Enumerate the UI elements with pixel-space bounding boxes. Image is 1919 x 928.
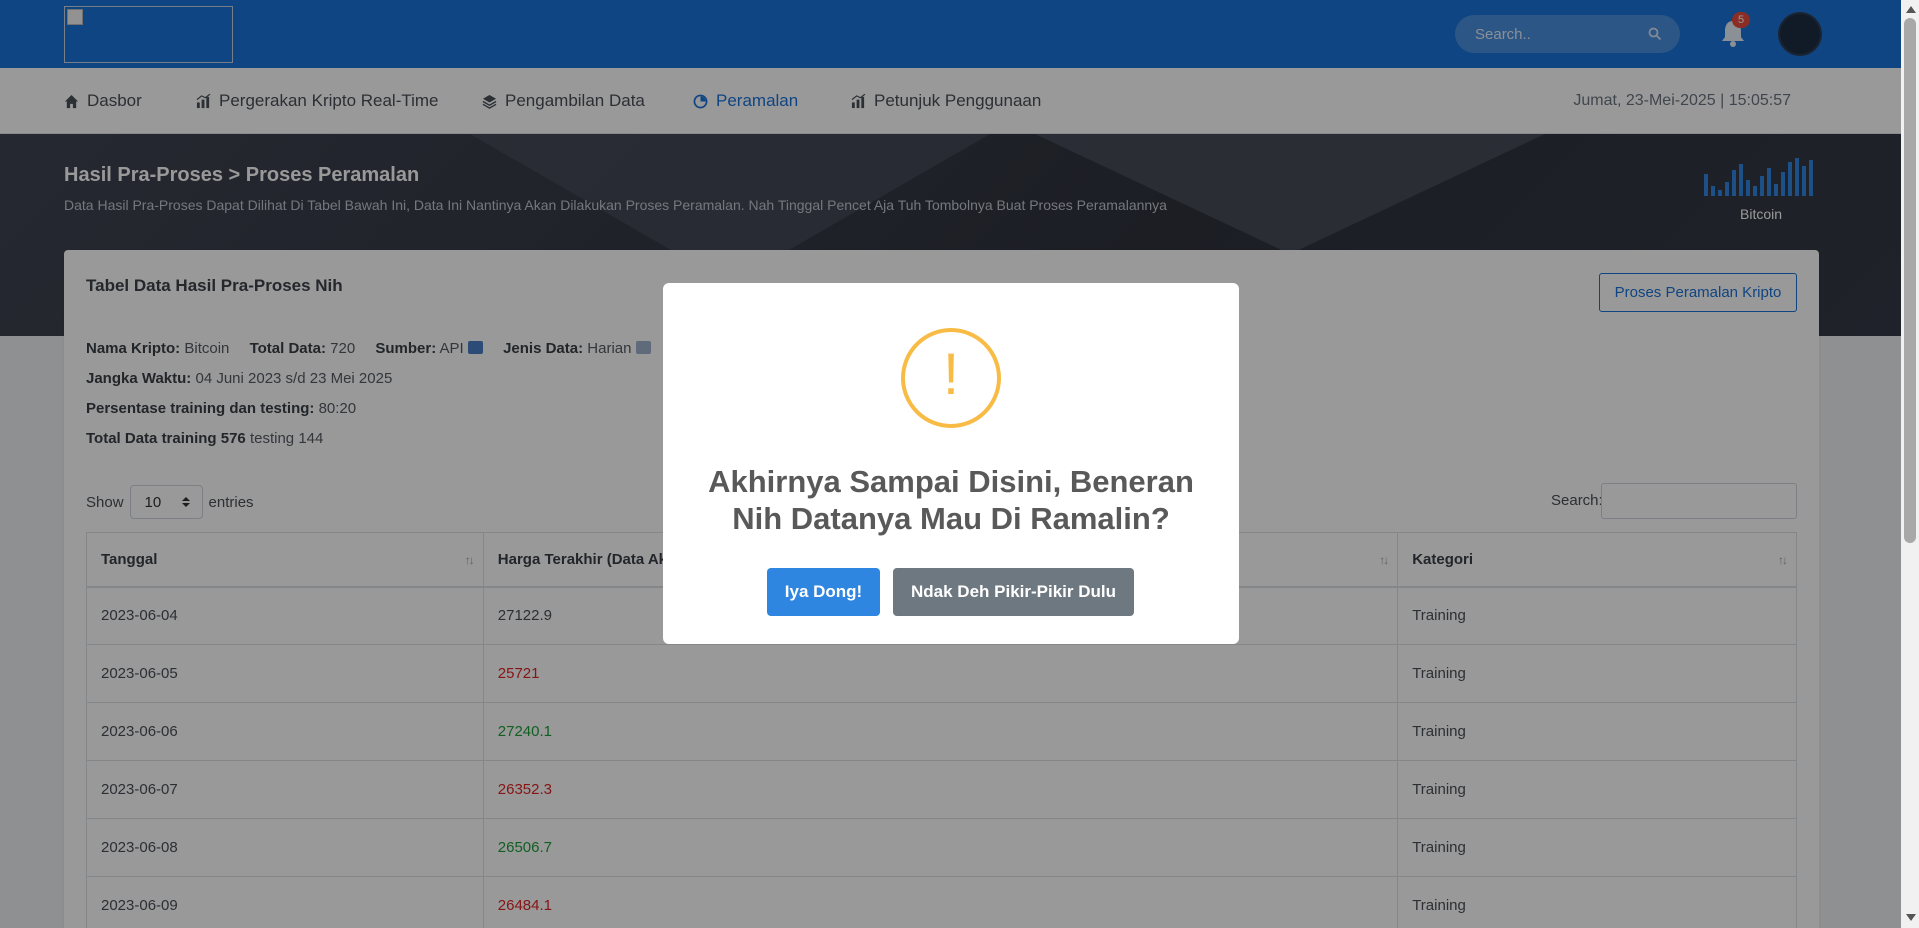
scroll-down-arrow-icon[interactable] [1906, 914, 1916, 921]
page-scrollbar[interactable] [1901, 0, 1919, 928]
cancel-button[interactable]: Ndak Deh Pikir-Pikir Dulu [893, 568, 1134, 616]
scroll-up-arrow-icon[interactable] [1906, 6, 1916, 13]
confirm-dialog: ! Akhirnya Sampai Disini, Beneran Nih Da… [663, 283, 1239, 644]
scroll-thumb[interactable] [1904, 18, 1916, 543]
confirm-button[interactable]: Iya Dong! [767, 568, 880, 616]
dialog-title: Akhirnya Sampai Disini, Beneran Nih Data… [708, 464, 1194, 536]
warning-icon: ! [901, 328, 1001, 428]
